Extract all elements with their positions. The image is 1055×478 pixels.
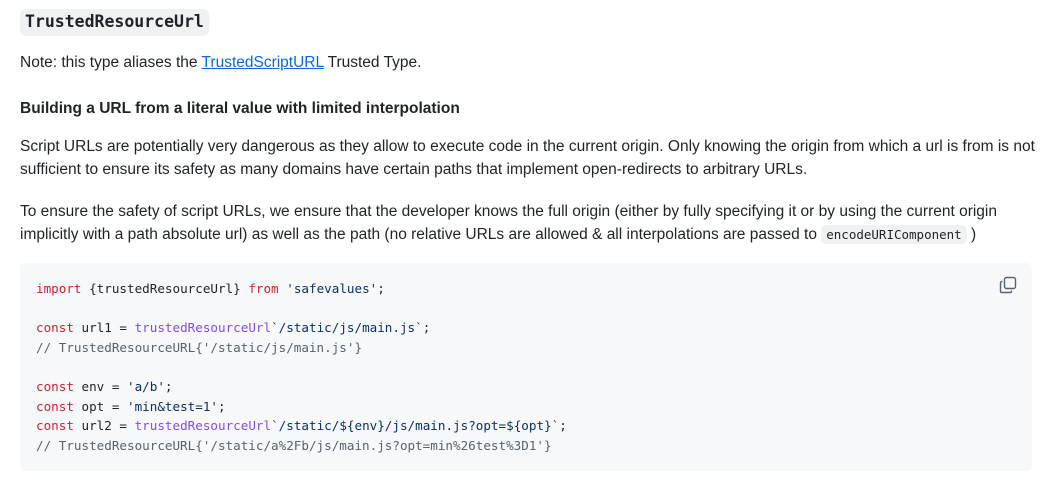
code-line-3: const url1 = trustedResourceUrl`/static/…: [36, 318, 1016, 338]
code-text: ;: [422, 320, 431, 336]
note-paragraph: Note: this type aliases the TrustedScrip…: [20, 51, 1035, 74]
inline-code-encode-uri: encodeURIComponent: [821, 225, 967, 244]
code-text: env =: [73, 378, 127, 394]
code-keyword: from: [248, 281, 279, 296]
code-text: opt =: [73, 398, 127, 414]
note-suffix: Trusted Type.: [323, 54, 422, 71]
code-block[interactable]: import {trustedResourceUrl} from 'safeva…: [20, 263, 1032, 471]
page: TrustedResourceUrl Note: this type alias…: [0, 0, 1055, 478]
code-text: ;: [218, 398, 226, 414]
code-text: ;: [559, 418, 567, 434]
code-line-1: import {trustedResourceUrl} from 'safeva…: [36, 279, 1016, 299]
code-text: ;: [377, 281, 385, 296]
code-text: {trustedResourceUrl}: [81, 281, 249, 296]
code-comment: // TrustedResourceURL{'/static/js/main.j…: [36, 339, 363, 355]
code-comment: // TrustedResourceURL{'/static/a%2Fb/js/…: [36, 437, 552, 453]
section-heading: Building a URL from a literal value with…: [20, 100, 460, 117]
page-title: TrustedResourceUrl: [20, 9, 209, 36]
paragraph-script-urls: Script URLs are potentially very dangero…: [20, 138, 1035, 178]
paragraph-ensure-safety: To ensure the safety of script URLs, we …: [20, 200, 1040, 246]
code-keyword: const: [36, 418, 74, 434]
code-string: 'safevalues': [286, 281, 378, 296]
code-text: url2 =: [73, 418, 135, 434]
code-text: url1 =: [73, 320, 135, 336]
paragraph-ensure-safety-end: ): [966, 226, 977, 243]
code-string: `/static/js/main.js`: [271, 320, 423, 336]
code-string: `/static/${env}/js/main.js?opt=${opt}`: [271, 418, 560, 434]
code-line-8: const url2 = trustedResourceUrl`/static/…: [36, 416, 1016, 436]
code-function: trustedResourceUrl: [134, 320, 272, 336]
code-keyword: const: [36, 320, 74, 336]
copy-button[interactable]: [998, 275, 1018, 295]
code-keyword: import: [36, 281, 82, 296]
code-keyword: const: [36, 398, 74, 414]
code-text: ;: [164, 378, 173, 394]
code-string: 'min&test=1': [127, 398, 218, 414]
copy-icon: [999, 276, 1017, 294]
code-line-9: // TrustedResourceURL{'/static/a%2Fb/js/…: [36, 436, 1016, 456]
trusted-script-url-link[interactable]: TrustedScriptURL: [202, 54, 324, 71]
note-prefix: Note: this type aliases the: [20, 54, 202, 71]
code-keyword: const: [36, 378, 74, 394]
code-line-4: // TrustedResourceURL{'/static/js/main.j…: [36, 338, 1016, 358]
code-line-7: const opt = 'min&test=1';: [36, 397, 1016, 417]
code-function: trustedResourceUrl: [134, 418, 272, 434]
code-line-6: const env = 'a/b';: [36, 377, 1016, 397]
page-title-code: TrustedResourceUrl: [20, 9, 209, 36]
code-string: 'a/b': [127, 378, 165, 394]
